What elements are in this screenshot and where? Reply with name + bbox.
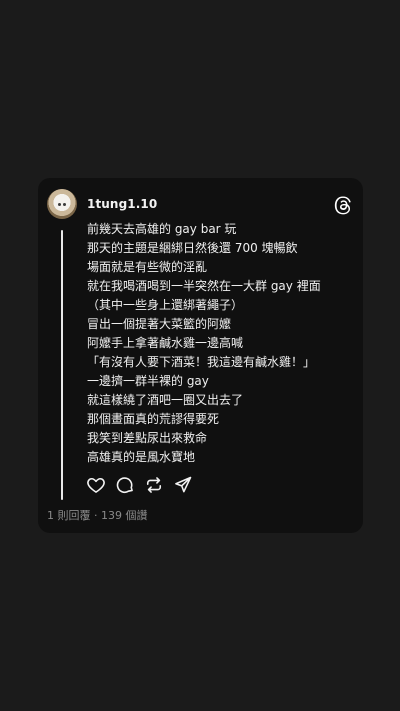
- engagement-stats[interactable]: 1 則回覆 · 139 個讚: [47, 507, 147, 523]
- post-line: 我笑到差點尿出來救命: [87, 431, 208, 445]
- post-body: 前幾天去高雄的 gay bar 玩 那天的主題是綑綁日然後還 700 塊暢飲 場…: [87, 220, 357, 467]
- post-line: 高雄真的是風水寶地: [87, 450, 196, 464]
- post-line: 那天的主題是綑綁日然後還 700 塊暢飲: [87, 241, 298, 255]
- post-line: 就在我喝酒喝到一半突然在一大群 gay 裡面: [87, 279, 321, 293]
- avatar-eye-right: [63, 203, 66, 206]
- post-line: 場面就是有些微的淫亂: [87, 260, 208, 274]
- threads-logo-icon[interactable]: [333, 195, 353, 215]
- repost-icon[interactable]: [144, 475, 164, 495]
- post-line: 前幾天去高雄的 gay bar 玩: [87, 222, 237, 236]
- thread-line: [61, 230, 63, 500]
- post-line: （其中一些身上還綁著繩子）: [87, 298, 244, 312]
- avatar-ear-right: [61, 195, 69, 201]
- post-line: 那個畫面真的荒謬得要死: [87, 412, 220, 426]
- avatar-eye-left: [58, 203, 61, 206]
- post-card[interactable]: 1tung1.10 前幾天去高雄的 gay bar 玩 那天的主題是綑綁日然後還…: [38, 178, 363, 533]
- avatar[interactable]: [47, 189, 77, 219]
- share-icon[interactable]: [173, 475, 193, 495]
- screen: 1tung1.10 前幾天去高雄的 gay bar 玩 那天的主題是綑綁日然後還…: [0, 0, 400, 711]
- post-line: 阿嬤手上拿著鹹水雞一邊高喊: [87, 336, 244, 350]
- post-line: 一邊擠一群半裸的 gay: [87, 374, 209, 388]
- comment-icon[interactable]: [115, 475, 135, 495]
- post-line: 就這樣繞了酒吧一圈又出去了: [87, 393, 244, 407]
- heart-icon[interactable]: [86, 475, 106, 495]
- username[interactable]: 1tung1.10: [87, 197, 157, 211]
- post-line: 「有沒有人要下酒菜！我這邊有鹹水雞！」: [87, 355, 316, 369]
- post-line: 冒出一個提著大菜籃的阿嬤: [87, 317, 232, 331]
